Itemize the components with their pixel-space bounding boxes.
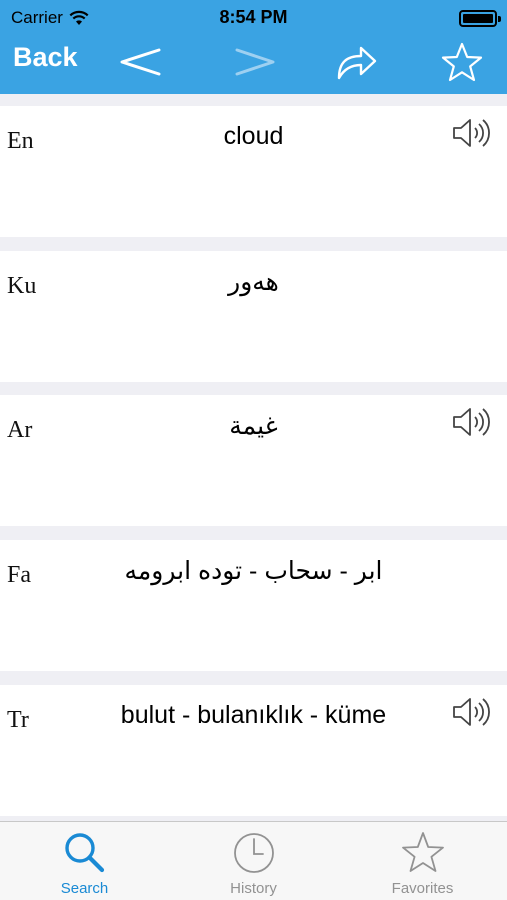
speaker-icon[interactable] — [451, 405, 497, 439]
translation-row-fa: Fa ابر - سحاب - توده ابرومه — [0, 540, 507, 671]
tab-label: History — [230, 880, 277, 897]
share-button[interactable] — [328, 40, 384, 84]
back-button[interactable]: Back — [13, 42, 78, 72]
language-code: Fa — [7, 562, 31, 588]
translation-text: bulut - bulanıklık - küme — [120, 701, 387, 729]
tab-history[interactable]: History — [169, 822, 338, 900]
chevron-right-icon — [235, 48, 275, 76]
language-code: Ar — [7, 417, 33, 443]
tab-bar: Search History Favorites — [0, 821, 507, 900]
status-bar: Carrier 8:54 PM — [0, 0, 507, 36]
share-arrow-icon — [337, 46, 377, 80]
tab-search[interactable]: Search — [0, 822, 169, 900]
translation-row-ku: Ku هەور — [0, 251, 507, 382]
search-icon — [64, 833, 104, 873]
translation-row-tr: Tr bulut - bulanıklık - küme — [0, 685, 507, 816]
clock-icon — [233, 833, 274, 873]
speaker-icon[interactable] — [451, 695, 497, 729]
clock-time: 8:54 PM — [219, 7, 288, 27]
language-code: Ku — [7, 273, 37, 299]
translation-text: هەور — [228, 268, 279, 296]
tab-favorites[interactable]: Favorites — [338, 822, 507, 900]
battery-icon — [459, 10, 501, 27]
tab-label: Search — [60, 880, 109, 897]
favorite-button[interactable] — [434, 40, 490, 84]
speaker-icon[interactable] — [451, 116, 497, 150]
star-icon — [441, 42, 483, 82]
previous-button[interactable] — [112, 40, 168, 84]
star-icon — [401, 832, 444, 872]
chevron-left-icon — [120, 48, 161, 76]
next-button[interactable] — [227, 40, 283, 84]
translation-row-en: En cloud — [0, 106, 507, 237]
translation-list[interactable]: En cloud Ku هەور Ar غيمة Fa ابر - سحاب -… — [0, 94, 507, 821]
translation-row-ar: Ar غيمة — [0, 395, 507, 526]
tab-label: Favorites — [391, 880, 454, 897]
language-code: En — [7, 128, 34, 154]
translation-text: غيمة — [229, 412, 278, 440]
language-code: Tr — [7, 707, 29, 733]
translation-text: cloud — [223, 122, 284, 150]
translation-text: ابر - سحاب - توده ابرومه — [124, 557, 383, 585]
navigation-bar: Back — [0, 36, 507, 94]
